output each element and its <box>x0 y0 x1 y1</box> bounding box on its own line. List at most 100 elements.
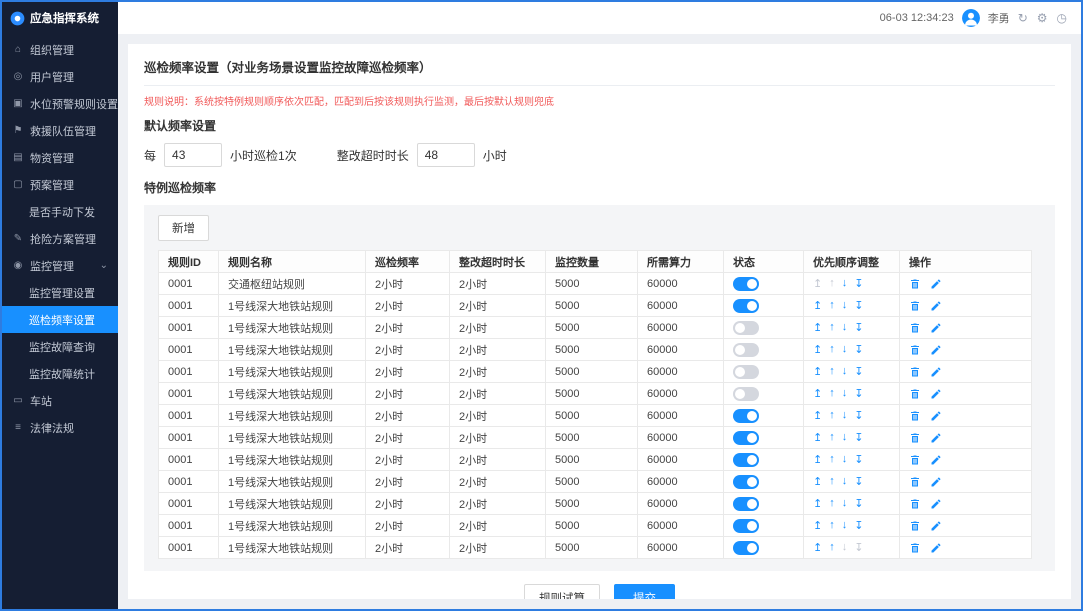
sidebar-item[interactable]: ⌂组织管理 <box>2 36 118 63</box>
delete-icon[interactable] <box>909 542 921 554</box>
move-top-icon[interactable]: ↥ <box>813 277 822 290</box>
sidebar-item[interactable]: ≡法律法规 <box>2 414 118 441</box>
move-top-icon[interactable]: ↥ <box>813 343 822 356</box>
move-up-icon[interactable]: ↑ <box>829 497 835 510</box>
move-top-icon[interactable]: ↥ <box>813 321 822 334</box>
move-up-icon[interactable]: ↑ <box>829 387 835 400</box>
edit-icon[interactable] <box>930 366 942 378</box>
delete-icon[interactable] <box>909 432 921 444</box>
sidebar-item[interactable]: ▭车站 <box>2 387 118 414</box>
delete-icon[interactable] <box>909 300 921 312</box>
inspection-hours-input[interactable] <box>164 143 222 167</box>
delete-icon[interactable] <box>909 498 921 510</box>
delete-icon[interactable] <box>909 410 921 422</box>
delete-icon[interactable] <box>909 278 921 290</box>
move-bottom-icon[interactable]: ↧ <box>854 299 863 312</box>
move-up-icon[interactable]: ↑ <box>829 431 835 444</box>
move-up-icon[interactable]: ↑ <box>829 343 835 356</box>
status-toggle[interactable] <box>733 321 759 335</box>
add-rule-button[interactable]: 新增 <box>158 215 209 241</box>
move-down-icon[interactable]: ↓ <box>842 409 848 422</box>
move-top-icon[interactable]: ↥ <box>813 453 822 466</box>
sidebar-item[interactable]: ◉监控管理⌄ <box>2 252 118 279</box>
move-top-icon[interactable]: ↥ <box>813 519 822 532</box>
edit-icon[interactable] <box>930 388 942 400</box>
sidebar-item[interactable]: ▤物资管理 <box>2 144 118 171</box>
move-top-icon[interactable]: ↥ <box>813 299 822 312</box>
rule-trial-button[interactable]: 规则试算 <box>524 584 600 599</box>
submit-button[interactable]: 提交 <box>614 584 675 599</box>
edit-icon[interactable] <box>930 410 942 422</box>
status-toggle[interactable] <box>733 299 759 313</box>
sidebar-item[interactable]: ▢预案管理 <box>2 171 118 198</box>
sidebar-item[interactable]: 监控故障查询 <box>2 333 118 360</box>
move-bottom-icon[interactable]: ↧ <box>854 475 863 488</box>
move-bottom-icon[interactable]: ↧ <box>854 343 863 356</box>
move-up-icon[interactable]: ↑ <box>829 299 835 312</box>
edit-icon[interactable] <box>930 454 942 466</box>
move-down-icon[interactable]: ↓ <box>842 453 848 466</box>
sidebar-item[interactable]: 巡检频率设置 <box>2 306 118 333</box>
move-down-icon[interactable]: ↓ <box>842 519 848 532</box>
sidebar-item[interactable]: 监控管理设置 <box>2 279 118 306</box>
move-down-icon[interactable]: ↓ <box>842 299 848 312</box>
move-top-icon[interactable]: ↥ <box>813 541 822 554</box>
move-down-icon[interactable]: ↓ <box>842 343 848 356</box>
move-bottom-icon[interactable]: ↧ <box>854 409 863 422</box>
status-toggle[interactable] <box>733 409 759 423</box>
status-toggle[interactable] <box>733 453 759 467</box>
move-top-icon[interactable]: ↥ <box>813 365 822 378</box>
sidebar-item[interactable]: ✎抢险方案管理 <box>2 225 118 252</box>
move-up-icon[interactable]: ↑ <box>829 453 835 466</box>
status-toggle[interactable] <box>733 431 759 445</box>
edit-icon[interactable] <box>930 520 942 532</box>
status-toggle[interactable] <box>733 541 759 555</box>
move-up-icon[interactable]: ↑ <box>829 277 835 290</box>
timeout-hours-input[interactable] <box>417 143 475 167</box>
move-bottom-icon[interactable]: ↧ <box>854 453 863 466</box>
edit-icon[interactable] <box>930 322 942 334</box>
history-icon[interactable]: ◷ <box>1057 11 1067 25</box>
move-up-icon[interactable]: ↑ <box>829 409 835 422</box>
delete-icon[interactable] <box>909 344 921 356</box>
delete-icon[interactable] <box>909 454 921 466</box>
move-top-icon[interactable]: ↥ <box>813 475 822 488</box>
refresh-icon[interactable]: ↻ <box>1018 11 1028 25</box>
move-down-icon[interactable]: ↓ <box>842 475 848 488</box>
edit-icon[interactable] <box>930 476 942 488</box>
move-bottom-icon[interactable]: ↧ <box>854 387 863 400</box>
status-toggle[interactable] <box>733 365 759 379</box>
status-toggle[interactable] <box>733 475 759 489</box>
move-bottom-icon[interactable]: ↧ <box>854 431 863 444</box>
move-top-icon[interactable]: ↥ <box>813 497 822 510</box>
sidebar-item[interactable]: 监控故障统计 <box>2 360 118 387</box>
move-top-icon[interactable]: ↥ <box>813 409 822 422</box>
move-bottom-icon[interactable]: ↧ <box>854 497 863 510</box>
move-top-icon[interactable]: ↥ <box>813 387 822 400</box>
edit-icon[interactable] <box>930 278 942 290</box>
move-top-icon[interactable]: ↥ <box>813 431 822 444</box>
delete-icon[interactable] <box>909 388 921 400</box>
move-bottom-icon[interactable]: ↧ <box>854 541 863 554</box>
status-toggle[interactable] <box>733 387 759 401</box>
settings-icon[interactable]: ⚙ <box>1037 11 1048 25</box>
move-bottom-icon[interactable]: ↧ <box>854 277 863 290</box>
edit-icon[interactable] <box>930 498 942 510</box>
move-down-icon[interactable]: ↓ <box>842 541 848 554</box>
delete-icon[interactable] <box>909 476 921 488</box>
move-down-icon[interactable]: ↓ <box>842 387 848 400</box>
status-toggle[interactable] <box>733 497 759 511</box>
sidebar-item[interactable]: ▣水位预警规则设置 <box>2 90 118 117</box>
edit-icon[interactable] <box>930 300 942 312</box>
edit-icon[interactable] <box>930 344 942 356</box>
sidebar-item[interactable]: 是否手动下发 <box>2 198 118 225</box>
move-down-icon[interactable]: ↓ <box>842 431 848 444</box>
delete-icon[interactable] <box>909 322 921 334</box>
sidebar-item[interactable]: ◎用户管理 <box>2 63 118 90</box>
status-toggle[interactable] <box>733 277 759 291</box>
move-up-icon[interactable]: ↑ <box>829 519 835 532</box>
avatar[interactable] <box>962 9 980 27</box>
move-up-icon[interactable]: ↑ <box>829 475 835 488</box>
status-toggle[interactable] <box>733 519 759 533</box>
move-down-icon[interactable]: ↓ <box>842 321 848 334</box>
